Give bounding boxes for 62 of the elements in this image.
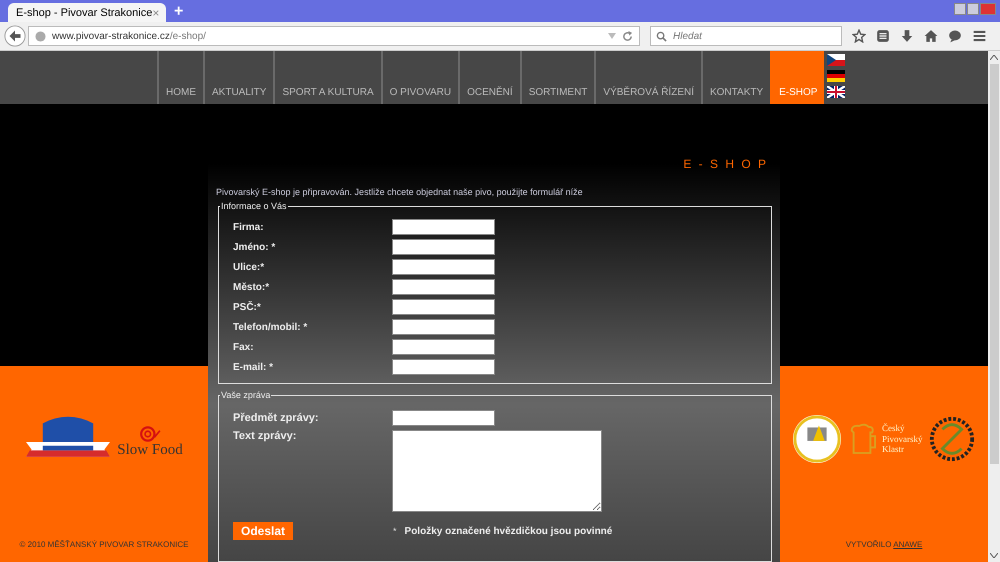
field-label: Text zprávy:	[233, 430, 298, 442]
field-label: PSČ:*	[233, 302, 262, 312]
input-field[interactable]	[392, 359, 495, 375]
globe-icon	[35, 30, 46, 42]
beer-mug-icon	[848, 422, 876, 456]
german-flag-icon[interactable]	[827, 70, 846, 82]
field-label: Předmět zprávy:	[233, 412, 320, 424]
scrollbar[interactable]	[988, 51, 1000, 562]
fieldset-legend: Vaše zpráva	[220, 390, 272, 400]
field-label: Fax:	[233, 342, 255, 352]
fieldset-legend: Informace o Vás	[220, 201, 288, 211]
nav-tab[interactable]: E-SHOP	[770, 51, 824, 104]
field-label: Telefon/mobil: *	[233, 322, 308, 332]
star-icon[interactable]	[852, 29, 866, 43]
minimize-button[interactable]	[954, 3, 966, 15]
reload-icon[interactable]	[622, 30, 633, 42]
field-label: Jméno: *	[233, 242, 276, 252]
close-tab-button[interactable]: ×	[152, 6, 160, 20]
maximize-button[interactable]	[967, 3, 979, 15]
input-field[interactable]	[392, 239, 495, 255]
send-button[interactable]: Odeslat	[233, 522, 294, 540]
czech-flag-icon[interactable]	[827, 54, 846, 66]
scroll-down-icon[interactable]	[990, 553, 998, 558]
search-icon	[656, 30, 667, 42]
dropdown-icon[interactable]	[608, 33, 616, 39]
message-textarea[interactable]	[392, 430, 602, 512]
field-label: E-mail: *	[233, 362, 274, 372]
input-field[interactable]	[392, 410, 495, 426]
input-field[interactable]	[392, 339, 495, 355]
menu-icon[interactable]	[972, 29, 987, 43]
round-emblem-icon	[928, 415, 976, 463]
back-icon[interactable]	[4, 25, 26, 47]
field-label: Firma:	[233, 222, 265, 232]
home-icon[interactable]	[924, 29, 938, 43]
new-tab-button[interactable]: +	[174, 3, 184, 21]
credit-text: VYTVOŘILO ANAWE	[846, 540, 922, 549]
input-field[interactable]	[392, 299, 495, 315]
scroll-thumb[interactable]	[990, 64, 998, 464]
input-field[interactable]	[392, 259, 495, 275]
input-field[interactable]	[392, 279, 495, 295]
search-field[interactable]: Hledat	[650, 26, 842, 46]
seal-logo-icon	[792, 414, 842, 464]
input-field[interactable]	[392, 219, 495, 235]
chat-icon[interactable]	[948, 29, 962, 43]
page-heading: E - S H O P	[682, 157, 768, 171]
field-label: Město:*	[233, 282, 270, 292]
browser-tab[interactable]: E-shop - Pivovar Strakonice×	[8, 3, 166, 22]
list-icon[interactable]	[876, 29, 890, 43]
address-bar[interactable]: www.pivovar-strakonice.cz/e-shop/	[28, 26, 640, 46]
download-icon[interactable]	[900, 29, 914, 43]
input-field[interactable]	[392, 319, 495, 335]
snail-icon	[139, 426, 161, 442]
copyright-text: © 2010 MĚŠŤANSKÝ PIVOVAR STRAKONICE	[20, 540, 188, 549]
required-mark: *	[393, 526, 397, 536]
british-flag-icon[interactable]	[827, 86, 846, 98]
author-link[interactable]: ANAWE	[893, 540, 922, 549]
logo-text: Český Pivovarský Klastr	[882, 422, 922, 456]
logo-text: Slow Food	[117, 442, 183, 458]
scroll-up-icon[interactable]	[990, 55, 998, 60]
required-note: Položky označené hvězdičkou jsou povinné	[404, 526, 612, 536]
field-label: Ulice:*	[233, 262, 266, 272]
intro-text: Pivovarský E-shop je připravován. Jestliže chcete objednat naše pivo, použijte formulář níže	[216, 187, 584, 197]
